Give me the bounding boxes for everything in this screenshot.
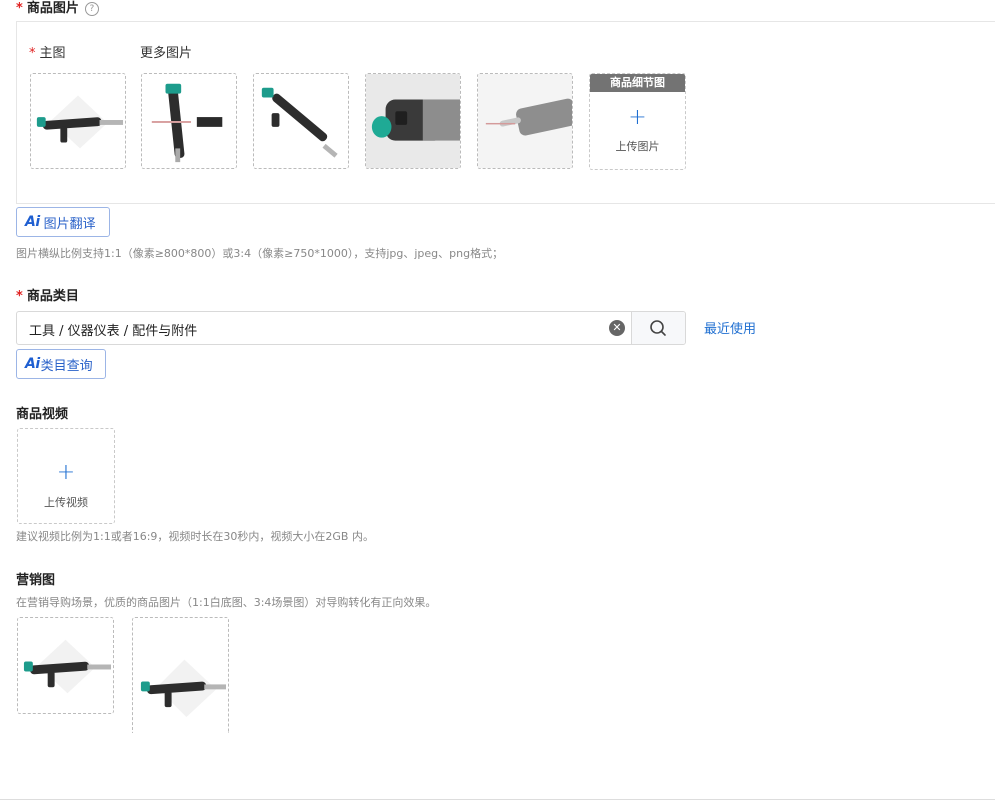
marketing-hint: 在营销导购场景，优质的商品图片（1:1白底图、3:4场景图）对导购转化有正向效果…: [16, 596, 437, 609]
recent-use-link[interactable]: 最近使用: [704, 318, 756, 337]
injector-image: [366, 74, 460, 168]
video-hint: 建议视频比例为1:1或者16:9，视频时长在30秒内，视频大小在2GB 内。: [16, 530, 374, 543]
category-value: 工具 / 仪器仪表 / 配件与附件: [29, 324, 198, 339]
category-search-button[interactable]: [631, 312, 685, 344]
marketing-image-square[interactable]: [17, 617, 114, 714]
required-mark: *: [16, 1, 23, 16]
injector-image: [254, 74, 348, 168]
ai-icon: Ai: [25, 214, 40, 230]
help-icon[interactable]: ?: [84, 2, 99, 16]
image-thumbnail[interactable]: [253, 73, 349, 169]
images-hint: 图片横纵比例支持1:1（像素≥800*800）或3:4（像素≥750*1000）…: [16, 247, 504, 260]
plus-icon: +: [628, 105, 647, 130]
image-thumbnail[interactable]: [141, 73, 237, 169]
plus-icon: +: [56, 460, 76, 485]
more-images-label: 更多图片: [140, 46, 193, 61]
ai-translate-label: 图片翻译: [43, 216, 96, 232]
main-image-label: * 主图: [29, 46, 66, 61]
image-thumbnail[interactable]: [365, 73, 461, 169]
injector-image: [31, 74, 125, 168]
bottom-divider: [0, 799, 995, 800]
main-image-thumbnail[interactable]: [30, 73, 126, 169]
injector-image: [478, 74, 572, 168]
images-section-title: * 商品图片?: [16, 0, 99, 16]
images-title: 商品图片: [26, 1, 79, 16]
injector-image: [18, 618, 113, 713]
detail-image-header: 商品细节图: [590, 74, 685, 92]
ai-category-label: 类目查询: [40, 358, 93, 374]
category-section-title: * 商品类目: [16, 289, 79, 304]
video-section-title: 商品视频: [16, 407, 69, 422]
ai-icon: Ai: [25, 356, 40, 372]
category-input[interactable]: 工具 / 仪器仪表 / 配件与附件 ✕: [16, 311, 686, 345]
upload-image-label: 上传图片: [615, 140, 660, 153]
marketing-section-title: 营销图: [16, 573, 56, 588]
video-upload[interactable]: + 上传视频: [17, 428, 115, 524]
search-icon: [650, 320, 666, 336]
image-thumbnail[interactable]: [477, 73, 573, 169]
detail-image-upload[interactable]: 商品细节图 + 上传图片: [589, 73, 686, 170]
injector-image: [142, 74, 236, 168]
clear-icon[interactable]: ✕: [609, 320, 625, 336]
upload-video-label: 上传视频: [44, 496, 88, 509]
marketing-image-portrait[interactable]: [132, 617, 229, 733]
ai-image-translate-button[interactable]: Ai 图片翻译: [16, 207, 110, 237]
required-mark: *: [16, 289, 23, 304]
ai-category-search-button[interactable]: Ai 类目查询: [16, 349, 106, 379]
injector-image: [133, 618, 228, 733]
